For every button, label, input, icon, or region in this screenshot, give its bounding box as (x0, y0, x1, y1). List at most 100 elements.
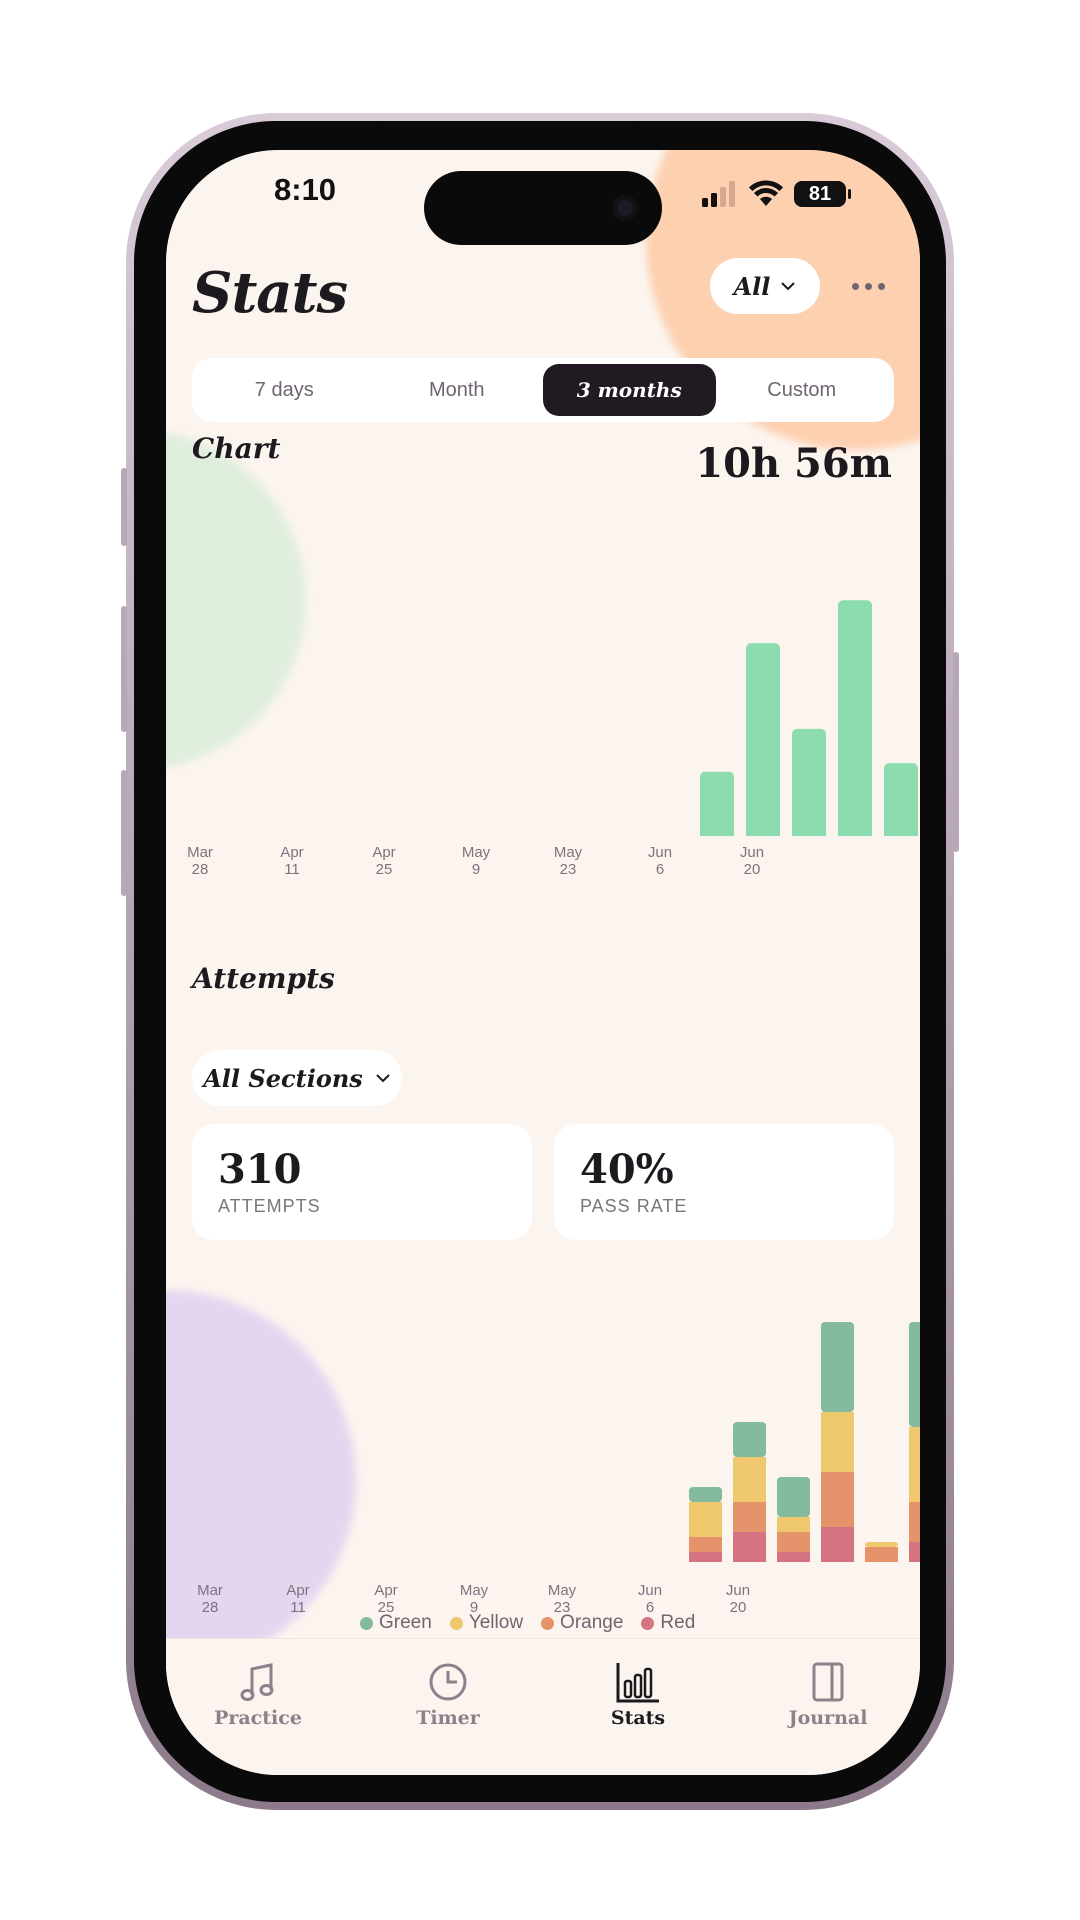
music-note-icon (240, 1663, 274, 1701)
action-button (121, 468, 127, 546)
attempts-card: 310 ATTEMPTS (192, 1124, 532, 1240)
practice-time-bars (166, 600, 920, 840)
segment-7-days[interactable]: 7 days (198, 364, 371, 416)
attempts-bar-orange (733, 1502, 766, 1532)
attempts-bar-red (821, 1527, 854, 1562)
x-tick-label: Jun 6 (615, 1582, 685, 1616)
x-tick-label: May 23 (533, 844, 603, 878)
more-options-button[interactable] (842, 266, 894, 306)
chevron-down-icon (781, 282, 796, 291)
clock-icon (429, 1663, 467, 1701)
x-tick-day: 23 (559, 861, 577, 878)
attempts-label: ATTEMPTS (218, 1196, 321, 1216)
legend-dot-red (641, 1616, 655, 1630)
attempts-bar-orange (909, 1502, 920, 1542)
tab-label: Journal (788, 1707, 868, 1729)
sections-dropdown-label: All Sections (203, 1063, 363, 1093)
page-title: Stats (192, 260, 348, 326)
attempts-bar-green (909, 1322, 920, 1427)
x-tick-month: Mar (197, 1582, 223, 1599)
legend-item-orange: Orange (541, 1612, 623, 1634)
x-tick-day: 11 (284, 861, 300, 878)
status-time: 8:10 (274, 172, 337, 207)
screen: 8:10 81 Stats All 7 days Month 3 months … (166, 150, 920, 1775)
book-icon (812, 1662, 844, 1702)
x-tick-label: Apr 11 (263, 1582, 333, 1616)
x-tick-label: Mar 28 (166, 844, 235, 878)
legend-label: Orange (560, 1612, 624, 1633)
attempts-bar-green (777, 1477, 810, 1517)
x-tick-month: Apr (280, 844, 304, 861)
legend-label: Green (379, 1612, 432, 1633)
pass-rate-value: 40% (580, 1146, 674, 1193)
filter-dropdown[interactable]: All (710, 258, 820, 314)
attempts-bar-red (777, 1552, 810, 1562)
tab-practice[interactable]: Practice (178, 1661, 338, 1729)
tab-timer[interactable]: Timer (368, 1661, 528, 1729)
range-segmented-control: 7 days Month 3 months Custom (192, 358, 894, 422)
x-tick-month: Mar (187, 844, 213, 861)
x-tick-month: Jun (637, 1582, 663, 1599)
x-tick-label: Jun 6 (625, 844, 695, 878)
practice-bar (746, 643, 780, 840)
attempts-bar-yellow (821, 1412, 854, 1472)
x-tick-day: 25 (375, 861, 393, 878)
volume-down-button (121, 770, 127, 896)
x-tick-day: 28 (201, 1599, 219, 1616)
tab-stats[interactable]: Stats (558, 1661, 718, 1729)
x-tick-label: Mar 28 (175, 1582, 245, 1616)
segment-3-months[interactable]: 3 months (543, 364, 716, 416)
status-icons: 81 (700, 178, 851, 210)
x-tick-label: Jun 20 (717, 844, 787, 878)
more-dot-icon (864, 282, 872, 290)
attempts-bar-yellow (733, 1457, 766, 1502)
attempts-bar-orange (777, 1532, 810, 1552)
chart-baseline-mask (166, 836, 920, 840)
volume-up-button (121, 606, 127, 732)
attempts-heading: Attempts (192, 962, 335, 995)
x-tick-month: May (547, 1582, 577, 1599)
x-tick-month: Apr (286, 1582, 310, 1599)
segment-month[interactable]: Month (371, 364, 544, 416)
x-tick-month: Apr (374, 1582, 398, 1599)
x-tick-month: Jun (739, 844, 765, 861)
attempts-bar-yellow (909, 1427, 920, 1502)
x-tick-label: May 23 (527, 1582, 597, 1616)
legend-dot-green (360, 1616, 373, 1630)
attempts-legend: Green Yellow Orange Red (360, 1612, 695, 1634)
sections-dropdown[interactable]: All Sections (192, 1050, 402, 1106)
attempts-bar-green (733, 1422, 766, 1457)
chevron-down-icon (376, 1074, 390, 1083)
chart-heading: Chart (192, 432, 281, 465)
cellular-signal-icon (702, 181, 735, 207)
practice-bar (884, 763, 918, 840)
total-practice-time: 10h 56m (695, 440, 892, 487)
x-tick-month: Jun (725, 1582, 751, 1599)
x-tick-label: May 9 (439, 1582, 509, 1616)
x-tick-label: May 9 (441, 844, 511, 878)
segment-custom[interactable]: Custom (716, 364, 889, 416)
tab-label: Practice (214, 1707, 302, 1729)
x-tick-label: Apr 25 (351, 1582, 421, 1616)
practice-bar (700, 771, 734, 840)
pass-rate-label: PASS RATE (580, 1196, 688, 1216)
x-tick-label: Apr 11 (257, 844, 327, 878)
battery-icon: 81 (794, 181, 851, 207)
attempts-stacked-bars (689, 1322, 920, 1562)
camera-icon (612, 195, 638, 221)
legend-dot-orange (541, 1616, 555, 1630)
more-dot-icon (877, 282, 885, 290)
attempts-bar-red (689, 1552, 722, 1562)
x-tick-day: 9 (471, 861, 481, 878)
tab-bar: Practice Timer Stats Journal (166, 1638, 920, 1775)
attempts-chart: Mar 28 Apr 11 Apr 25 May 9 May 23 Jun 6 Jun 20 (166, 1320, 920, 1620)
tab-journal[interactable]: Journal (748, 1661, 908, 1729)
legend-dot-yellow (449, 1616, 463, 1630)
attempts-bar-green (821, 1322, 854, 1412)
attempts-bar-yellow (865, 1542, 898, 1547)
attempts-bar-orange (689, 1537, 722, 1552)
tab-label: Timer (416, 1707, 480, 1729)
legend-item-green: Green (360, 1612, 432, 1634)
x-tick-day: 20 (729, 1599, 747, 1616)
x-tick-month: Jun (647, 844, 673, 861)
